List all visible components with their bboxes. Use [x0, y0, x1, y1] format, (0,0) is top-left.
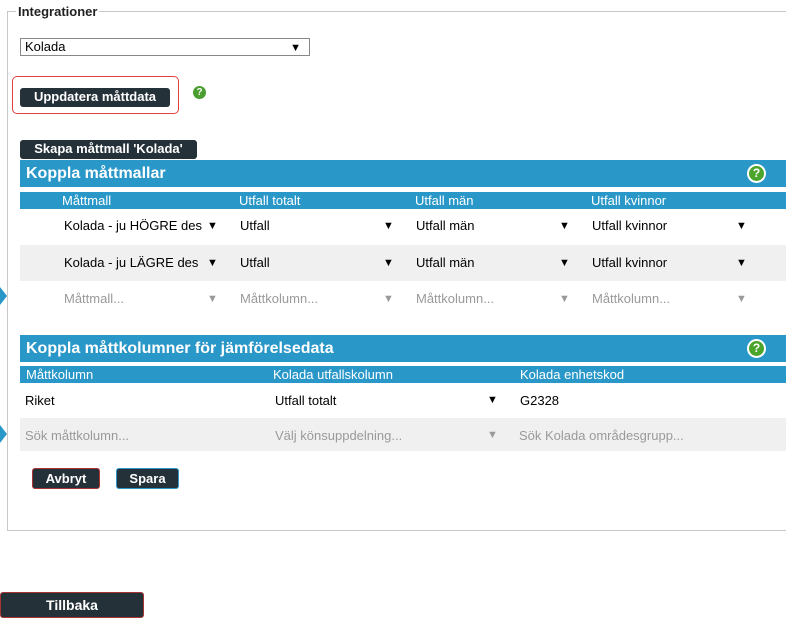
column-header: Utfall män	[415, 193, 474, 208]
new-column-row: Sök måttkolumn... Välj könsuppdelning...…	[20, 418, 786, 451]
section-header-link-columns: Koppla måttkolumner för jämförelsedata ?	[20, 335, 786, 362]
chevron-down-icon: ▼	[487, 429, 498, 441]
section-header-link-templates: Koppla måttmallar ?	[20, 160, 786, 187]
new-row-marker-icon	[0, 425, 7, 443]
men-outcome-select[interactable]: Utfall män	[416, 218, 546, 233]
integration-select-value: Kolada	[25, 39, 66, 54]
chevron-down-icon: ▼	[207, 257, 218, 269]
chevron-down-icon: ▼	[559, 257, 570, 269]
search-area-group-input[interactable]: Sök Kolada områdesgrupp...	[519, 428, 759, 443]
total-outcome-select[interactable]: Utfall	[240, 255, 370, 270]
template-select[interactable]: Kolada - ju LÄGRE des	[64, 255, 202, 270]
table-row: Riket Utfall totalt ▼ G2328	[20, 383, 786, 419]
chevron-down-icon: ▼	[487, 394, 498, 406]
unit-code-input[interactable]: G2328	[520, 393, 720, 408]
chevron-down-icon: ▼	[383, 293, 394, 305]
column-header-row: Måttmall Utfall totalt Utfall män Utfall…	[20, 192, 786, 209]
help-icon[interactable]: ?	[747, 164, 766, 183]
column-header: Kolada enhetskod	[520, 367, 625, 382]
help-icon[interactable]: ?	[193, 86, 206, 99]
chevron-down-icon: ▼	[559, 220, 570, 232]
table-row: Kolada - ju HÖGRE des ▼ Utfall ▼ Utfall …	[20, 208, 786, 244]
column-header-row: Måttkolumn Kolada utfallskolumn Kolada e…	[20, 366, 786, 383]
chevron-down-icon: ▼	[207, 293, 218, 305]
template-select[interactable]: Kolada - ju HÖGRE des	[64, 218, 202, 233]
chevron-down-icon: ▼	[559, 293, 570, 305]
table-row: Kolada - ju LÄGRE des ▼ Utfall ▼ Utfall …	[20, 245, 786, 281]
outcome-column-select[interactable]: Utfall totalt	[275, 393, 475, 408]
chevron-down-icon: ▼	[290, 42, 301, 54]
new-template-select[interactable]: Måttmall...	[64, 291, 202, 306]
update-measure-data-button[interactable]: Uppdatera måttdata	[20, 88, 170, 107]
column-header: Måttkolumn	[26, 367, 94, 382]
new-men-select[interactable]: Måttkolumn...	[416, 291, 546, 306]
integration-select[interactable]: Kolada ▼	[20, 38, 310, 56]
column-header: Utfall kvinnor	[591, 193, 667, 208]
chevron-down-icon: ▼	[736, 293, 747, 305]
measure-column-value: Riket	[25, 393, 55, 408]
chevron-down-icon: ▼	[383, 257, 394, 269]
column-header: Måttmall	[62, 193, 112, 208]
search-measure-column-input[interactable]: Sök måttkolumn...	[25, 428, 255, 443]
total-outcome-select[interactable]: Utfall	[240, 218, 370, 233]
column-header: Utfall totalt	[239, 193, 301, 208]
cancel-button[interactable]: Avbryt	[32, 468, 100, 489]
help-icon[interactable]: ?	[747, 339, 766, 358]
chevron-down-icon: ▼	[383, 220, 394, 232]
create-template-button[interactable]: Skapa måttmall 'Kolada'	[20, 140, 197, 159]
men-outcome-select[interactable]: Utfall män	[416, 255, 546, 270]
new-template-row: Måttmall... ▼ Måttkolumn... ▼ Måttkolumn…	[20, 281, 786, 317]
fieldset-legend: Integrationer	[16, 4, 100, 19]
gender-split-select[interactable]: Välj könsuppdelning...	[275, 428, 475, 443]
chevron-down-icon: ▼	[736, 257, 747, 269]
new-total-select[interactable]: Måttkolumn...	[240, 291, 370, 306]
section-title: Koppla måttmallar	[26, 165, 166, 182]
new-women-select[interactable]: Måttkolumn...	[592, 291, 722, 306]
save-button[interactable]: Spara	[116, 468, 179, 489]
women-outcome-select[interactable]: Utfall kvinnor	[592, 218, 722, 233]
column-header: Kolada utfallskolumn	[273, 367, 393, 382]
chevron-down-icon: ▼	[207, 220, 218, 232]
back-button[interactable]: Tillbaka	[0, 592, 144, 618]
new-row-marker-icon	[0, 287, 7, 305]
women-outcome-select[interactable]: Utfall kvinnor	[592, 255, 722, 270]
chevron-down-icon: ▼	[736, 220, 747, 232]
section-title: Koppla måttkolumner för jämförelsedata	[26, 340, 334, 357]
